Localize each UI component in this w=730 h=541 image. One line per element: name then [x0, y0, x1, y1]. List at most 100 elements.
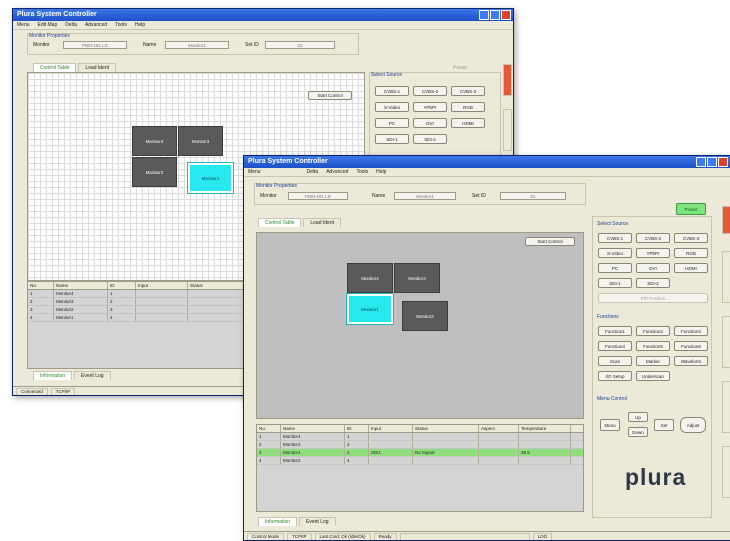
menu-item[interactable]: Advanced — [326, 168, 348, 176]
source-button[interactable]: S-Video — [375, 102, 409, 112]
monitor-tile[interactable]: Monitor4 — [132, 126, 177, 156]
tab-event-log[interactable]: Event Log — [74, 371, 111, 380]
side-tab[interactable] — [722, 206, 730, 234]
maximize-button[interactable] — [707, 157, 717, 167]
down-button[interactable]: Down — [628, 427, 648, 437]
menu-item[interactable]: Help — [376, 168, 386, 176]
side-tab[interactable] — [503, 109, 512, 151]
power-button-faded[interactable]: Power — [453, 65, 467, 71]
monitor-field[interactable]: PBM-191 LD — [288, 192, 348, 200]
column-header[interactable]: Status — [188, 282, 248, 289]
tab-control-table[interactable]: Control Table — [258, 218, 302, 227]
table-row[interactable]: 1 Monitor4 1 — [257, 433, 583, 441]
source-button[interactable]: YPbPr — [413, 102, 447, 112]
menu-item[interactable]: Delta — [307, 168, 319, 176]
set-button[interactable]: Set — [654, 419, 674, 431]
adjust-button[interactable]: Adjust — [680, 417, 706, 433]
source-button[interactable]: HDMI — [674, 263, 708, 273]
tab-load-ident[interactable]: Load Ident — [303, 218, 342, 227]
source-button[interactable]: CVBS-1 — [598, 233, 632, 243]
column-header[interactable]: Temperature — [519, 425, 571, 432]
menu-button[interactable]: Menu — [600, 419, 620, 431]
function-button[interactable]: I/O Setup — [598, 371, 632, 381]
power-button[interactable]: Power — [676, 203, 706, 215]
menu-item[interactable]: Help — [135, 21, 145, 29]
close-button[interactable] — [718, 157, 728, 167]
tab-information[interactable]: Information — [258, 517, 298, 526]
column-header[interactable]: ID — [345, 425, 369, 432]
tab-load-ident[interactable]: Load Ident — [78, 63, 117, 72]
menu-item[interactable]: Delta — [65, 21, 77, 29]
column-header[interactable]: Input — [369, 425, 413, 432]
set-id-field[interactable]: 01 — [265, 41, 335, 49]
function-button[interactable]: Function5 — [636, 341, 670, 351]
monitor-tile[interactable]: Monitor2 — [402, 301, 448, 331]
source-button[interactable]: PC — [598, 263, 632, 273]
table-row-selected[interactable]: 3 Monitor1 3 SDI1 No Signal 39.5 — [257, 449, 583, 457]
monitor-tile-selected[interactable]: Monitor1 — [346, 293, 394, 325]
monitor-canvas[interactable]: Start Control Monitor4 Monitor3 Monitor1… — [256, 232, 584, 419]
source-button[interactable]: HDMI — [451, 118, 485, 128]
menu-item[interactable]: Edit Map — [38, 21, 58, 29]
function-button[interactable]: Function2 — [636, 326, 670, 336]
menu-item[interactable]: Advanced — [85, 21, 107, 29]
tab-event-log[interactable]: Event Log — [299, 517, 336, 526]
column-header[interactable]: No. — [28, 282, 54, 289]
side-tab[interactable] — [503, 64, 512, 96]
set-id-field[interactable]: 01 — [500, 192, 566, 200]
source-button[interactable]: SDI-2 — [636, 278, 670, 288]
column-header[interactable]: Name — [54, 282, 108, 289]
side-tab[interactable] — [722, 446, 730, 498]
source-button[interactable]: SDI-1 — [598, 278, 632, 288]
name-field[interactable]: Monitor1 — [394, 192, 456, 200]
source-button[interactable]: CVBS-2 — [636, 233, 670, 243]
monitor-tile[interactable]: Monitor2 — [132, 157, 177, 187]
function-button[interactable]: Waveform — [674, 356, 708, 366]
pip-position-button[interactable]: PIP Position — [598, 293, 708, 303]
function-button[interactable]: Function1 — [598, 326, 632, 336]
menu-item[interactable]: Menu — [17, 21, 30, 29]
side-tab[interactable] — [722, 316, 730, 368]
column-header[interactable]: ID — [108, 282, 136, 289]
up-button[interactable]: Up — [628, 412, 648, 422]
maximize-button[interactable] — [490, 10, 500, 20]
column-header[interactable]: Aspect — [479, 425, 519, 432]
function-button[interactable]: Function6 — [674, 341, 708, 351]
menu-item[interactable]: Tools — [115, 21, 127, 29]
column-header[interactable]: Status — [413, 425, 479, 432]
monitor-field[interactable]: PBM-191 LD — [63, 41, 127, 49]
column-header[interactable]: Input — [136, 282, 188, 289]
start-control-button[interactable]: Start Control — [525, 237, 575, 246]
source-button[interactable]: CVBS-1 — [375, 86, 409, 96]
start-control-button[interactable]: Start Control — [308, 91, 352, 100]
monitor-tile[interactable]: Monitor4 — [347, 263, 393, 293]
source-button[interactable]: SDI-2 — [413, 134, 447, 144]
function-button[interactable]: Function4 — [598, 341, 632, 351]
column-header[interactable]: Name — [281, 425, 345, 432]
minimize-button[interactable] — [479, 10, 489, 20]
name-field[interactable]: Monitor1 — [165, 41, 229, 49]
table-row[interactable]: 4 Monitor2 4 — [257, 457, 583, 465]
source-button[interactable]: SDI-1 — [375, 134, 409, 144]
monitor-tile-selected[interactable]: Monitor1 — [187, 162, 234, 194]
source-button[interactable]: DVI — [413, 118, 447, 128]
tab-control-table[interactable]: Control Table — [33, 63, 77, 72]
source-button[interactable]: RGB — [451, 102, 485, 112]
source-button[interactable]: CVBS-3 — [674, 233, 708, 243]
minimize-button[interactable] — [696, 157, 706, 167]
column-header[interactable]: No. — [257, 425, 281, 432]
monitor-tile[interactable]: Monitor3 — [178, 126, 223, 156]
function-button[interactable]: Underscan — [636, 371, 670, 381]
side-tab[interactable] — [722, 251, 730, 303]
table-row[interactable]: 2 Monitor3 2 — [257, 441, 583, 449]
source-button[interactable]: S-Video — [598, 248, 632, 258]
source-button[interactable]: CVBS-3 — [451, 86, 485, 96]
function-button[interactable]: Marker — [636, 356, 670, 366]
source-button[interactable]: PC — [375, 118, 409, 128]
source-button[interactable]: YPbPr — [636, 248, 670, 258]
side-tab[interactable] — [722, 381, 730, 433]
close-button[interactable] — [501, 10, 511, 20]
menu-item[interactable]: Tools — [356, 168, 368, 176]
function-button[interactable]: Function3 — [674, 326, 708, 336]
function-button[interactable]: Scan — [598, 356, 632, 366]
